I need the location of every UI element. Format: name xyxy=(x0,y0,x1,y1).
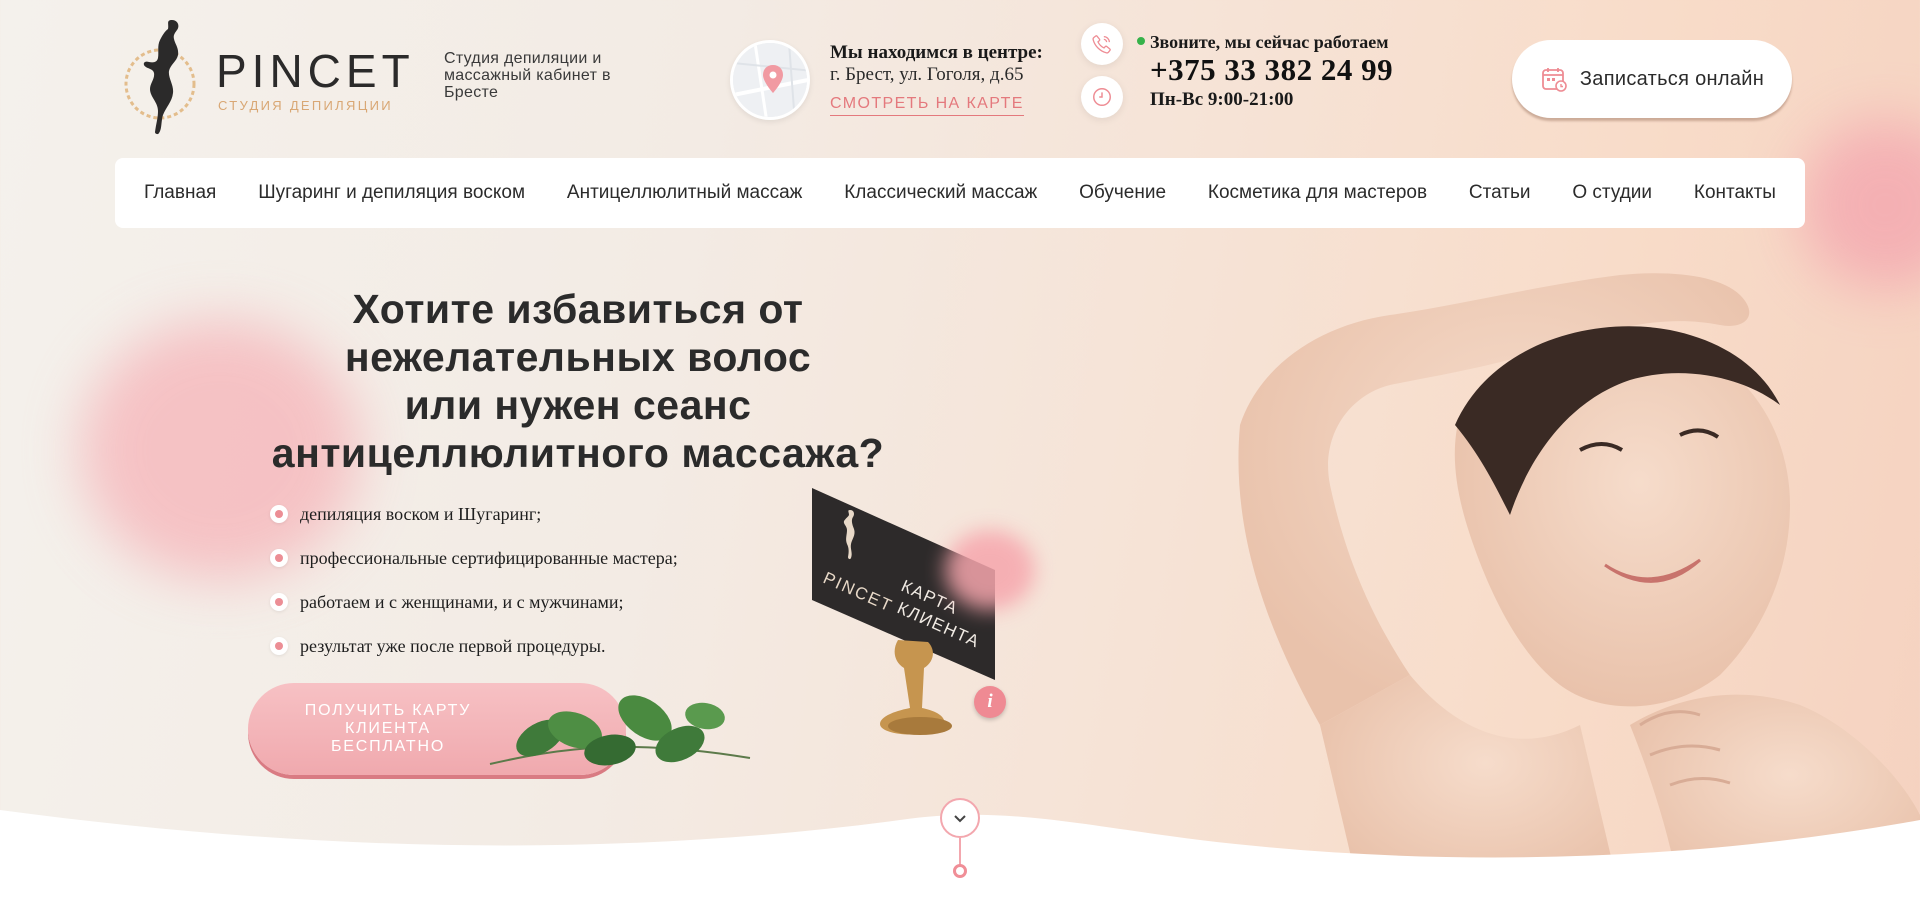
hero-title-line-1: Хотите избавиться от xyxy=(352,286,804,332)
brand-subtitle: студия депиляции xyxy=(218,98,393,113)
silhouette-logo-icon xyxy=(124,20,196,135)
main-nav: Главная Шугаринг и депиляция воском Анти… xyxy=(115,158,1805,228)
feature-item: работаем и с женщинами, и с мужчинами; xyxy=(270,580,678,624)
hero-title-line-2: нежелательных волос xyxy=(344,334,812,380)
info-icon[interactable]: i xyxy=(974,686,1006,718)
calendar-icon xyxy=(1542,68,1567,92)
feature-text: профессиональные сертифицированные масте… xyxy=(300,547,678,568)
bullet-icon xyxy=(270,637,288,655)
working-hours: Пн-Вс 9:00-21:00 xyxy=(1150,89,1294,110)
nav-item-anticellulite[interactable]: Антицеллюлитный массаж xyxy=(567,182,802,204)
hero-title-line-3: или нужен сеанс xyxy=(404,382,752,428)
scroll-indicator-dot xyxy=(953,864,967,878)
feature-text: работаем и с женщинами, и с мужчинами; xyxy=(300,591,624,612)
bullet-icon xyxy=(270,505,288,523)
nav-item-training[interactable]: Обучение xyxy=(1079,182,1166,204)
phone-number[interactable]: +375 33 382 24 99 xyxy=(1150,52,1393,88)
feature-item: депиляция воском и Шугаринг; xyxy=(270,492,678,536)
get-client-card-label: ПОЛУЧИТЬ КАРТУ КЛИЕНТА БЕСПЛАТНО xyxy=(304,702,472,755)
decor-blob-card xyxy=(945,530,1035,610)
site-logo[interactable]: PINCET студия депиляции xyxy=(120,14,410,138)
brand-name: PINCET xyxy=(216,45,415,97)
nav-item-articles[interactable]: Статьи xyxy=(1469,182,1531,204)
map-pin-icon xyxy=(733,43,807,117)
feature-item: результат уже после первой процедуры. xyxy=(270,624,678,668)
nav-item-about[interactable]: О студии xyxy=(1572,182,1652,204)
view-map-link[interactable]: СМОТРЕТЬ НА КАРТЕ xyxy=(830,95,1024,116)
feature-item: профессиональные сертифицированные масте… xyxy=(270,536,678,580)
hero-title-line-4: антицеллюлитного массажа? xyxy=(271,430,885,476)
book-online-label: Записаться онлайн xyxy=(1579,67,1765,90)
bullet-icon xyxy=(270,549,288,567)
bullet-icon xyxy=(270,593,288,611)
feature-text: депиляция воском и Шугаринг; xyxy=(300,503,542,524)
clock-icon xyxy=(1081,76,1123,118)
nav-item-classic-massage[interactable]: Классический массаж xyxy=(844,182,1037,204)
feature-list: депиляция воском и Шугаринг; профессиона… xyxy=(270,492,678,668)
eucalyptus-leaves-image xyxy=(489,695,751,766)
open-status-text: Звоните, мы сейчас работаем xyxy=(1150,32,1389,52)
location-title: Мы находимся в центре: xyxy=(830,42,1043,63)
chevron-down-icon xyxy=(954,815,966,823)
phone-icon[interactable] xyxy=(1081,23,1123,65)
feature-text: результат уже после первой процедуры. xyxy=(300,635,606,656)
nav-item-sugaring[interactable]: Шугаринг и депиляция воском xyxy=(258,182,525,204)
hero-title: Хотите избавиться от нежелательных волос… xyxy=(218,285,938,477)
map-thumbnail[interactable] xyxy=(730,40,810,120)
location-address: г. Брест, ул. Гоголя, д.65 xyxy=(830,64,1024,85)
nav-item-contacts[interactable]: Контакты xyxy=(1694,182,1776,204)
nav-item-cosmetics[interactable]: Косметика для мастеров xyxy=(1208,182,1427,204)
brand-tagline: Студия депиляции и массажный кабинет в Б… xyxy=(444,50,611,101)
scroll-down-button[interactable] xyxy=(940,798,980,838)
phone-glyph-icon xyxy=(1092,35,1111,54)
nav-item-home[interactable]: Главная xyxy=(144,182,216,204)
clock-glyph-icon xyxy=(1093,88,1111,106)
open-status-dot xyxy=(1137,37,1145,45)
book-online-button[interactable]: Записаться онлайн xyxy=(1512,40,1792,118)
